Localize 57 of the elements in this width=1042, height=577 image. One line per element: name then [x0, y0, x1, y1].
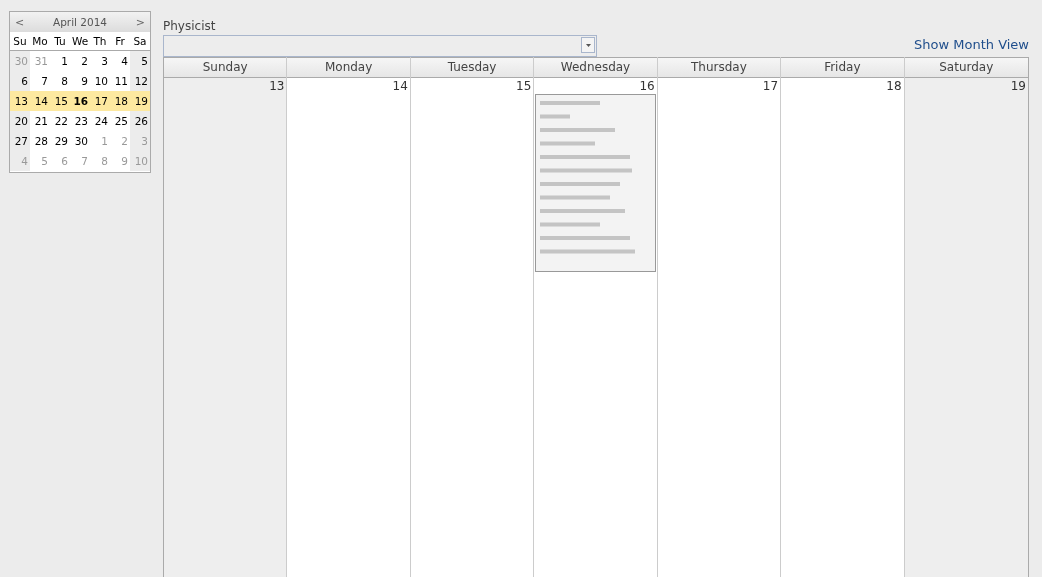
calendar-day[interactable]: 7	[30, 71, 50, 91]
calendar-day[interactable]: 5	[130, 51, 150, 71]
calendar-day[interactable]: 26	[130, 111, 150, 131]
day-number: 17	[761, 78, 780, 94]
weekday-label: Su	[12, 35, 28, 47]
calendar-day[interactable]: 3	[90, 51, 110, 71]
weekday-label: Sa	[132, 35, 148, 47]
month-title: April 2014	[52, 16, 108, 28]
calendar-day[interactable]: 13	[10, 91, 30, 111]
calendar-day[interactable]: 30	[70, 131, 90, 151]
day-number: 15	[515, 78, 533, 94]
weekday-label: Mo	[31, 35, 49, 47]
day-header: Thursday	[657, 57, 781, 78]
day-header: Friday	[781, 57, 904, 78]
next-month-button[interactable]: >	[133, 15, 147, 29]
weekday-label: We	[70, 35, 90, 47]
calendar-day[interactable]: 24	[90, 111, 110, 131]
day-header: Monday	[287, 57, 410, 78]
calendar-day[interactable]: 2	[70, 51, 90, 71]
day-number: 14	[391, 78, 409, 94]
day-header: Wednesday	[534, 57, 657, 78]
calendar-day[interactable]: 1	[50, 51, 70, 71]
day-number: 19	[1009, 78, 1027, 94]
calendar-day[interactable]: 29	[50, 131, 70, 151]
calendar-day[interactable]: 18	[110, 91, 130, 111]
calendar-day[interactable]: 21	[30, 111, 50, 131]
calendar-day[interactable]: 17	[90, 91, 110, 111]
calendar-day[interactable]: 14	[30, 91, 50, 111]
calendar-day[interactable]: 12	[130, 71, 150, 91]
calendar-day[interactable]: 23	[70, 111, 90, 131]
calendar-day[interactable]: 15	[50, 91, 70, 111]
calendar-day[interactable]: 6	[10, 71, 30, 91]
calendar-day[interactable]: 28	[30, 131, 50, 151]
previous-month-button[interactable]: <	[13, 15, 27, 29]
calendar-day[interactable]: 19	[130, 91, 150, 111]
weekday-label: Th	[92, 35, 108, 47]
calendar-day[interactable]: 27	[10, 131, 30, 151]
calendar-day[interactable]: 16	[70, 91, 90, 111]
physicist-dropdown[interactable]	[163, 35, 597, 57]
calendar-day[interactable]: 10	[90, 71, 110, 91]
day-header: Saturday	[904, 57, 1028, 78]
calendar-day[interactable]: 25	[110, 111, 130, 131]
calendar-day[interactable]: 22	[50, 111, 70, 131]
show-month-view-link[interactable]: Show Month View	[914, 37, 1029, 52]
day-number: 13	[268, 78, 286, 94]
calendar-day[interactable]: 4	[110, 51, 130, 71]
calendar-day[interactable]: 8	[50, 71, 70, 91]
day-header: Sunday	[164, 57, 287, 78]
calendar-day[interactable]: 9	[70, 71, 90, 91]
day-number: 16	[638, 78, 656, 94]
calendar-day[interactable]: 11	[110, 71, 130, 91]
weekday-label: Tu	[53, 35, 67, 47]
physicist-label: Physicist	[163, 19, 217, 33]
day-header: Tuesday	[410, 57, 534, 78]
weekday-label: Fr	[114, 35, 126, 47]
day-number: 18	[885, 78, 903, 94]
calendar-day[interactable]: 20	[10, 111, 30, 131]
